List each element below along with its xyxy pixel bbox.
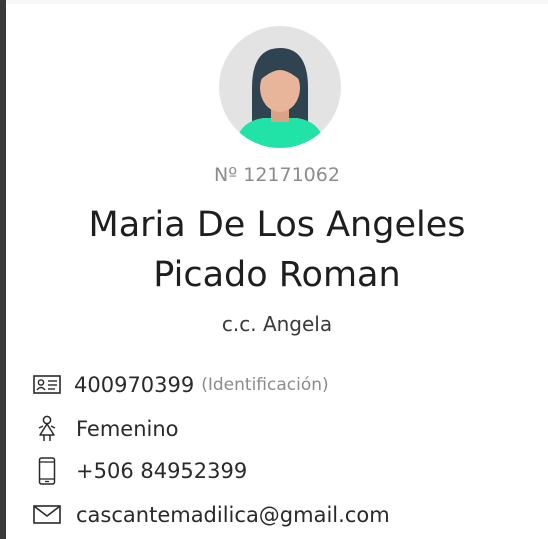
gender-value: Femenino	[76, 417, 179, 441]
email-value[interactable]: cascantemadilica@gmail.com	[76, 503, 390, 527]
female-avatar-icon	[219, 26, 341, 148]
phone-value[interactable]: +506 84952399	[76, 459, 247, 483]
contact-card: Nº 12171062 Maria De Los Angeles Picado …	[6, 4, 548, 539]
name-line-2: Picado Roman	[153, 255, 401, 295]
email-row: cascantemadilica@gmail.com	[32, 500, 390, 530]
contact-alias: c.c. Angela	[221, 312, 333, 336]
id-value: 400970399	[74, 373, 195, 397]
phone-row: +506 84952399	[32, 456, 247, 486]
avatar	[219, 26, 341, 148]
female-icon	[32, 414, 62, 444]
id-label: (Identificación)	[201, 375, 329, 395]
mail-icon	[32, 500, 62, 530]
gender-row: Femenino	[32, 414, 179, 444]
name-line-1: Maria De Los Angeles	[88, 205, 466, 245]
contact-name: Maria De Los Angeles Picado Roman	[6, 200, 548, 300]
member-number: Nº 12171062	[214, 164, 340, 186]
id-row: 400970399 (Identificación)	[32, 370, 329, 400]
id-card-icon	[32, 370, 62, 400]
phone-icon	[32, 456, 62, 486]
